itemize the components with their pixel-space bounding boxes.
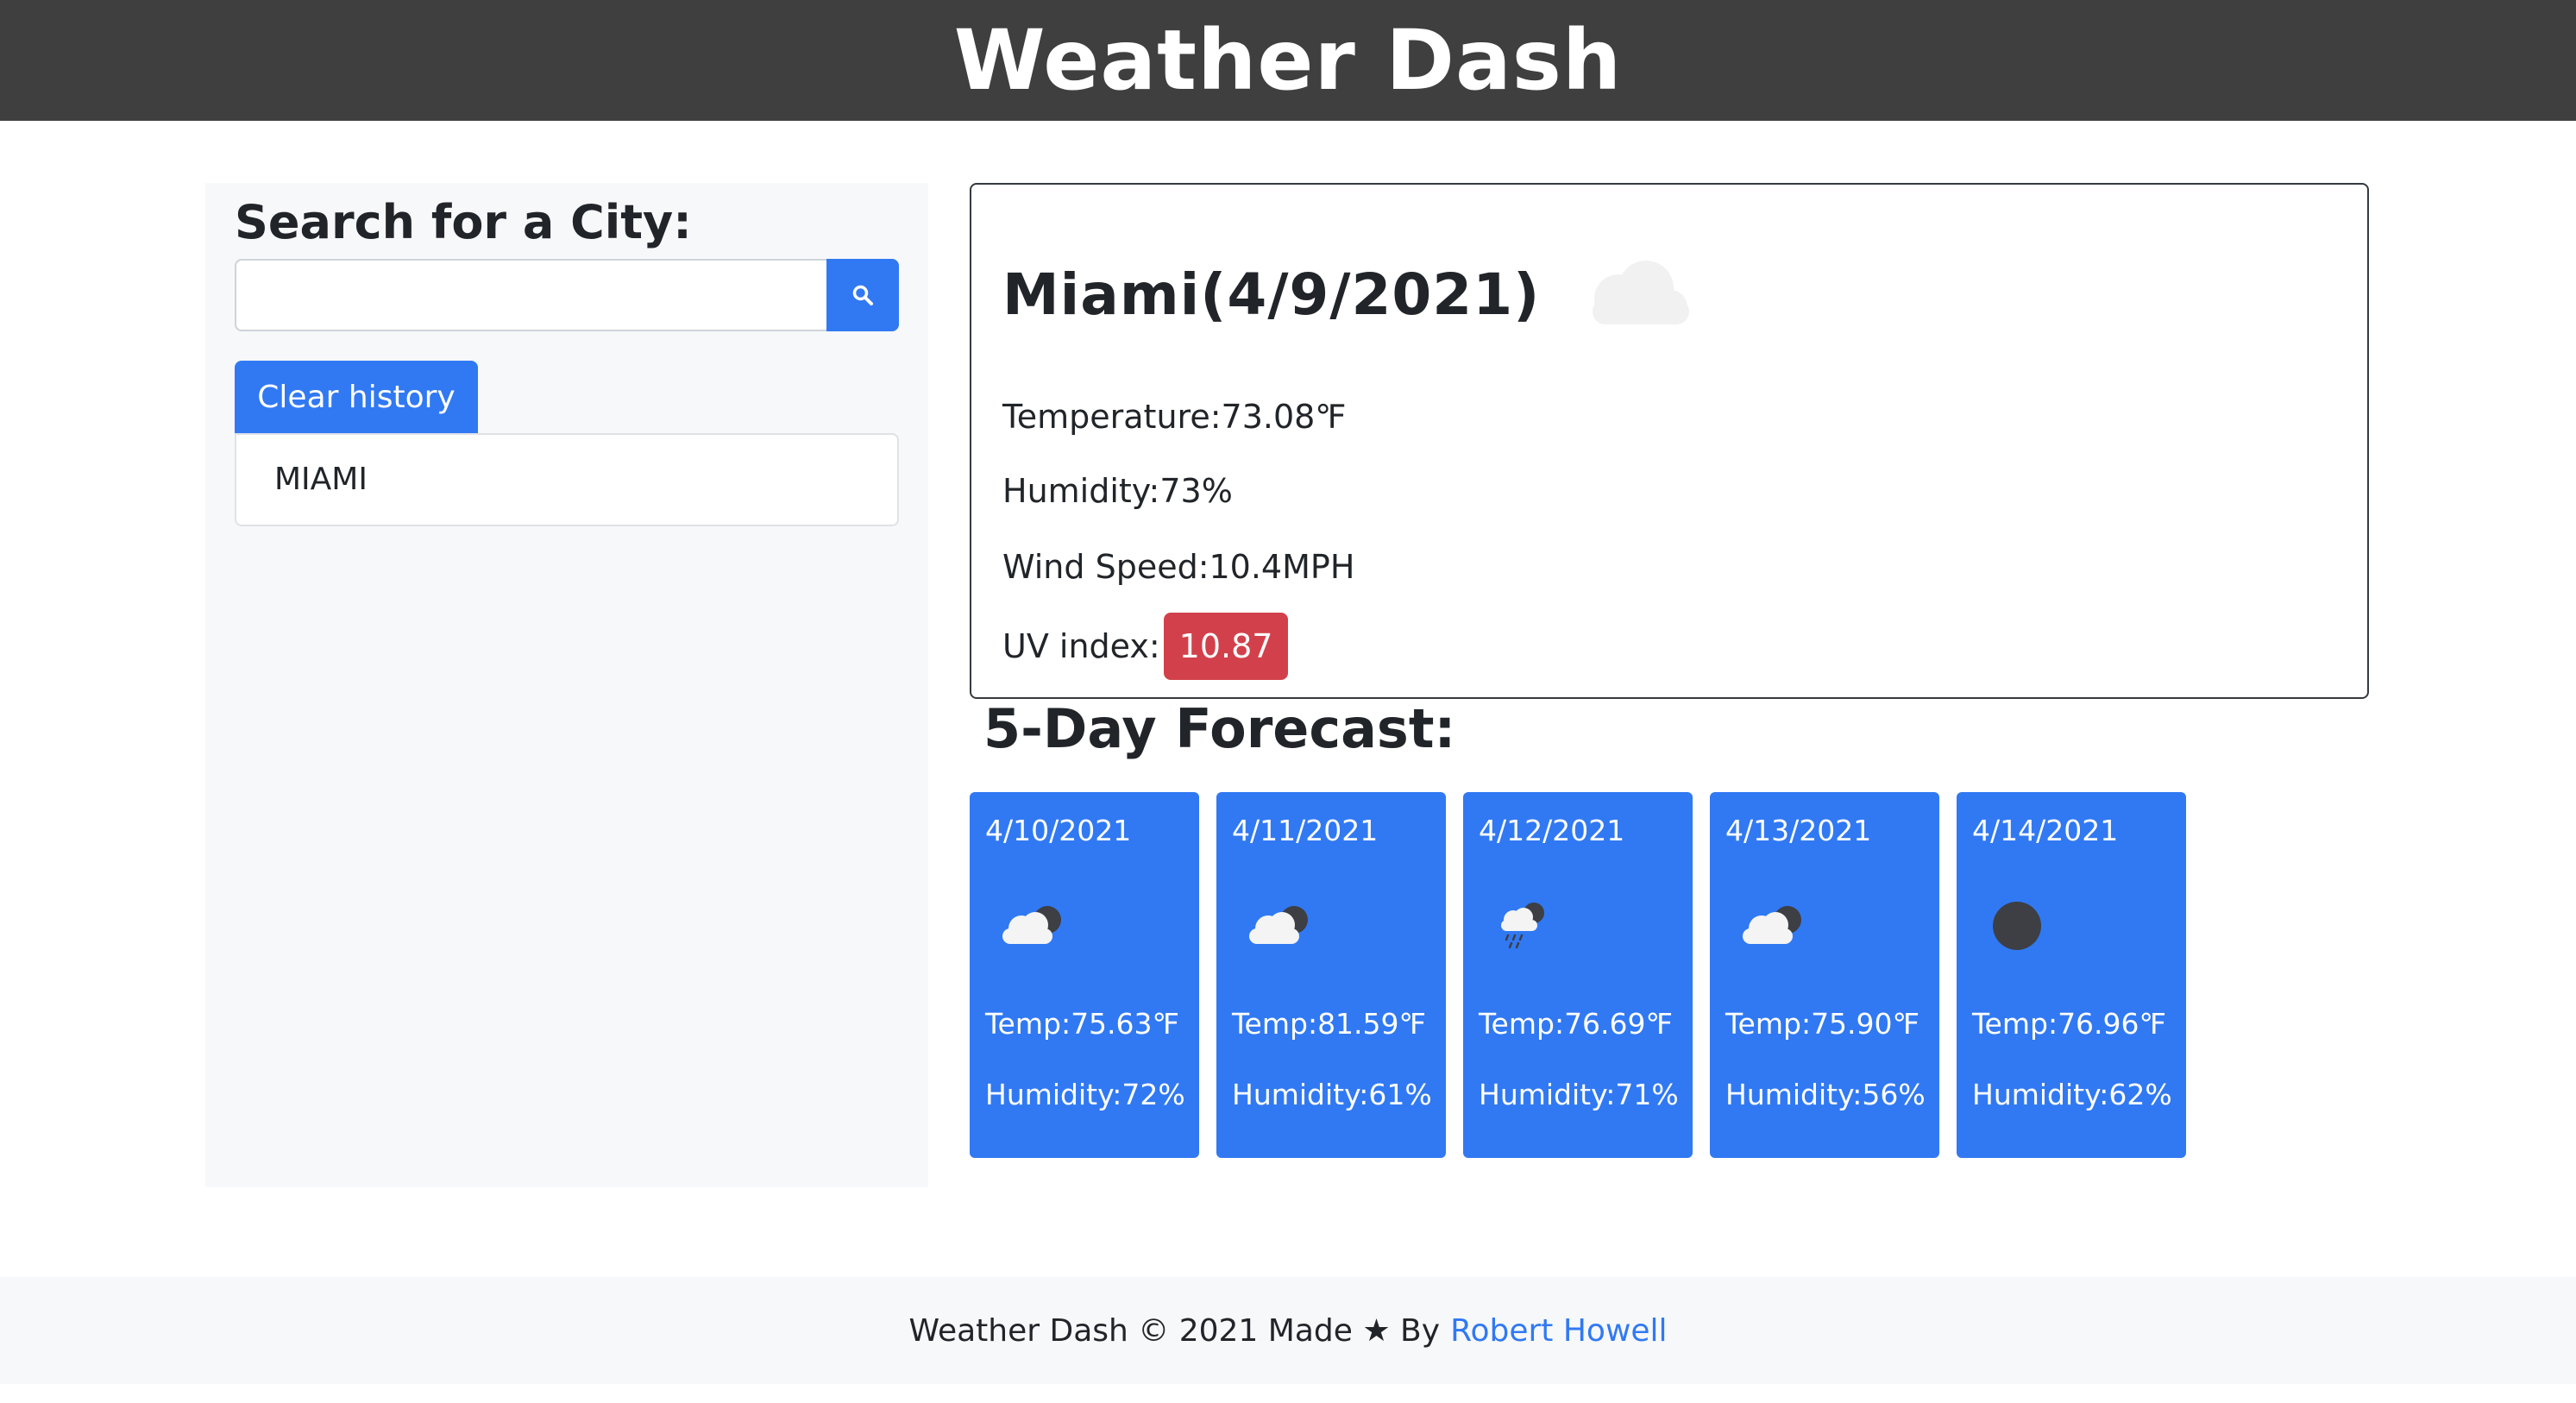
partly-cloudy-night-icon	[1002, 906, 1061, 944]
forecast-humidity: Humidity:56%	[1725, 1078, 1926, 1111]
clear-history-button[interactable]: Clear history	[235, 361, 478, 433]
search-button[interactable]	[826, 259, 899, 331]
uv-index-badge: 10.87	[1163, 613, 1289, 680]
current-city-heading: Miami(4/9/2021)	[1002, 261, 1541, 328]
forecast-temp: Temp:81.59℉	[1232, 1007, 1426, 1041]
forecast-humidity: Humidity:61%	[1232, 1078, 1432, 1111]
forecast-row: 4/10/2021 Temp:75.63℉ Humidity:72% 4/11/…	[970, 792, 2186, 1158]
clear-night-icon	[1993, 902, 2041, 950]
rain-night-icon	[1501, 903, 1544, 949]
search-heading: Search for a City:	[235, 195, 692, 249]
forecast-card: 4/10/2021 Temp:75.63℉ Humidity:72%	[970, 792, 1199, 1158]
forecast-card: 4/11/2021 Temp:81.59℉ Humidity:61%	[1216, 792, 1446, 1158]
search-icon	[852, 285, 873, 305]
forecast-humidity: Humidity:62%	[1972, 1078, 2172, 1111]
current-wind-speed: Wind Speed:10.4MPH	[1002, 548, 1355, 586]
search-history-list: MIAMI	[235, 433, 899, 526]
search-sidebar: Search for a City: Clear history MIAMI	[205, 183, 928, 1187]
cloud-icon	[1593, 261, 1689, 324]
forecast-humidity: Humidity:71%	[1479, 1078, 1679, 1111]
forecast-card: 4/14/2021 Temp:76.96℉ Humidity:62%	[1957, 792, 2186, 1158]
partly-cloudy-night-icon	[1743, 906, 1801, 944]
author-link[interactable]: Robert Howell	[1450, 1313, 1667, 1349]
uv-index-label: UV index:	[1002, 627, 1160, 665]
top-header: Weather Dash	[0, 0, 2576, 121]
current-humidity: Humidity:73%	[1002, 472, 1233, 510]
forecast-card: 4/13/2021 Temp:75.90℉ Humidity:56%	[1710, 792, 1939, 1158]
app-title: Weather Dash	[953, 12, 1623, 109]
partly-cloudy-night-icon	[1249, 906, 1308, 944]
forecast-temp: Temp:76.96℉	[1972, 1007, 2166, 1041]
page-footer: Weather Dash © 2021 Made ★ By Robert How…	[0, 1277, 2576, 1384]
forecast-card: 4/12/2021 Temp:76.69℉ Humidity:71%	[1463, 792, 1693, 1158]
forecast-date: 4/10/2021	[985, 814, 1132, 847]
forecast-temp: Temp:76.69℉	[1479, 1007, 1673, 1041]
forecast-date: 4/12/2021	[1479, 814, 1625, 847]
city-search-input[interactable]	[235, 259, 828, 331]
history-item-miami[interactable]: MIAMI	[235, 433, 899, 526]
forecast-temp: Temp:75.90℉	[1725, 1007, 1919, 1041]
forecast-heading: 5-Day Forecast:	[983, 697, 1456, 760]
uv-index-row: UV index: 10.87	[1002, 613, 1289, 680]
current-weather-card: Miami(4/9/2021) Temperature:73.08℉ Humid…	[970, 183, 2369, 699]
forecast-temp: Temp:75.63℉	[985, 1007, 1179, 1041]
current-temperature: Temperature:73.08℉	[1002, 398, 1347, 436]
footer-text: Weather Dash © 2021 Made ★ By	[908, 1312, 1441, 1349]
forecast-date: 4/14/2021	[1972, 814, 2119, 847]
forecast-date: 4/13/2021	[1725, 814, 1872, 847]
forecast-humidity: Humidity:72%	[985, 1078, 1185, 1111]
forecast-date: 4/11/2021	[1232, 814, 1379, 847]
